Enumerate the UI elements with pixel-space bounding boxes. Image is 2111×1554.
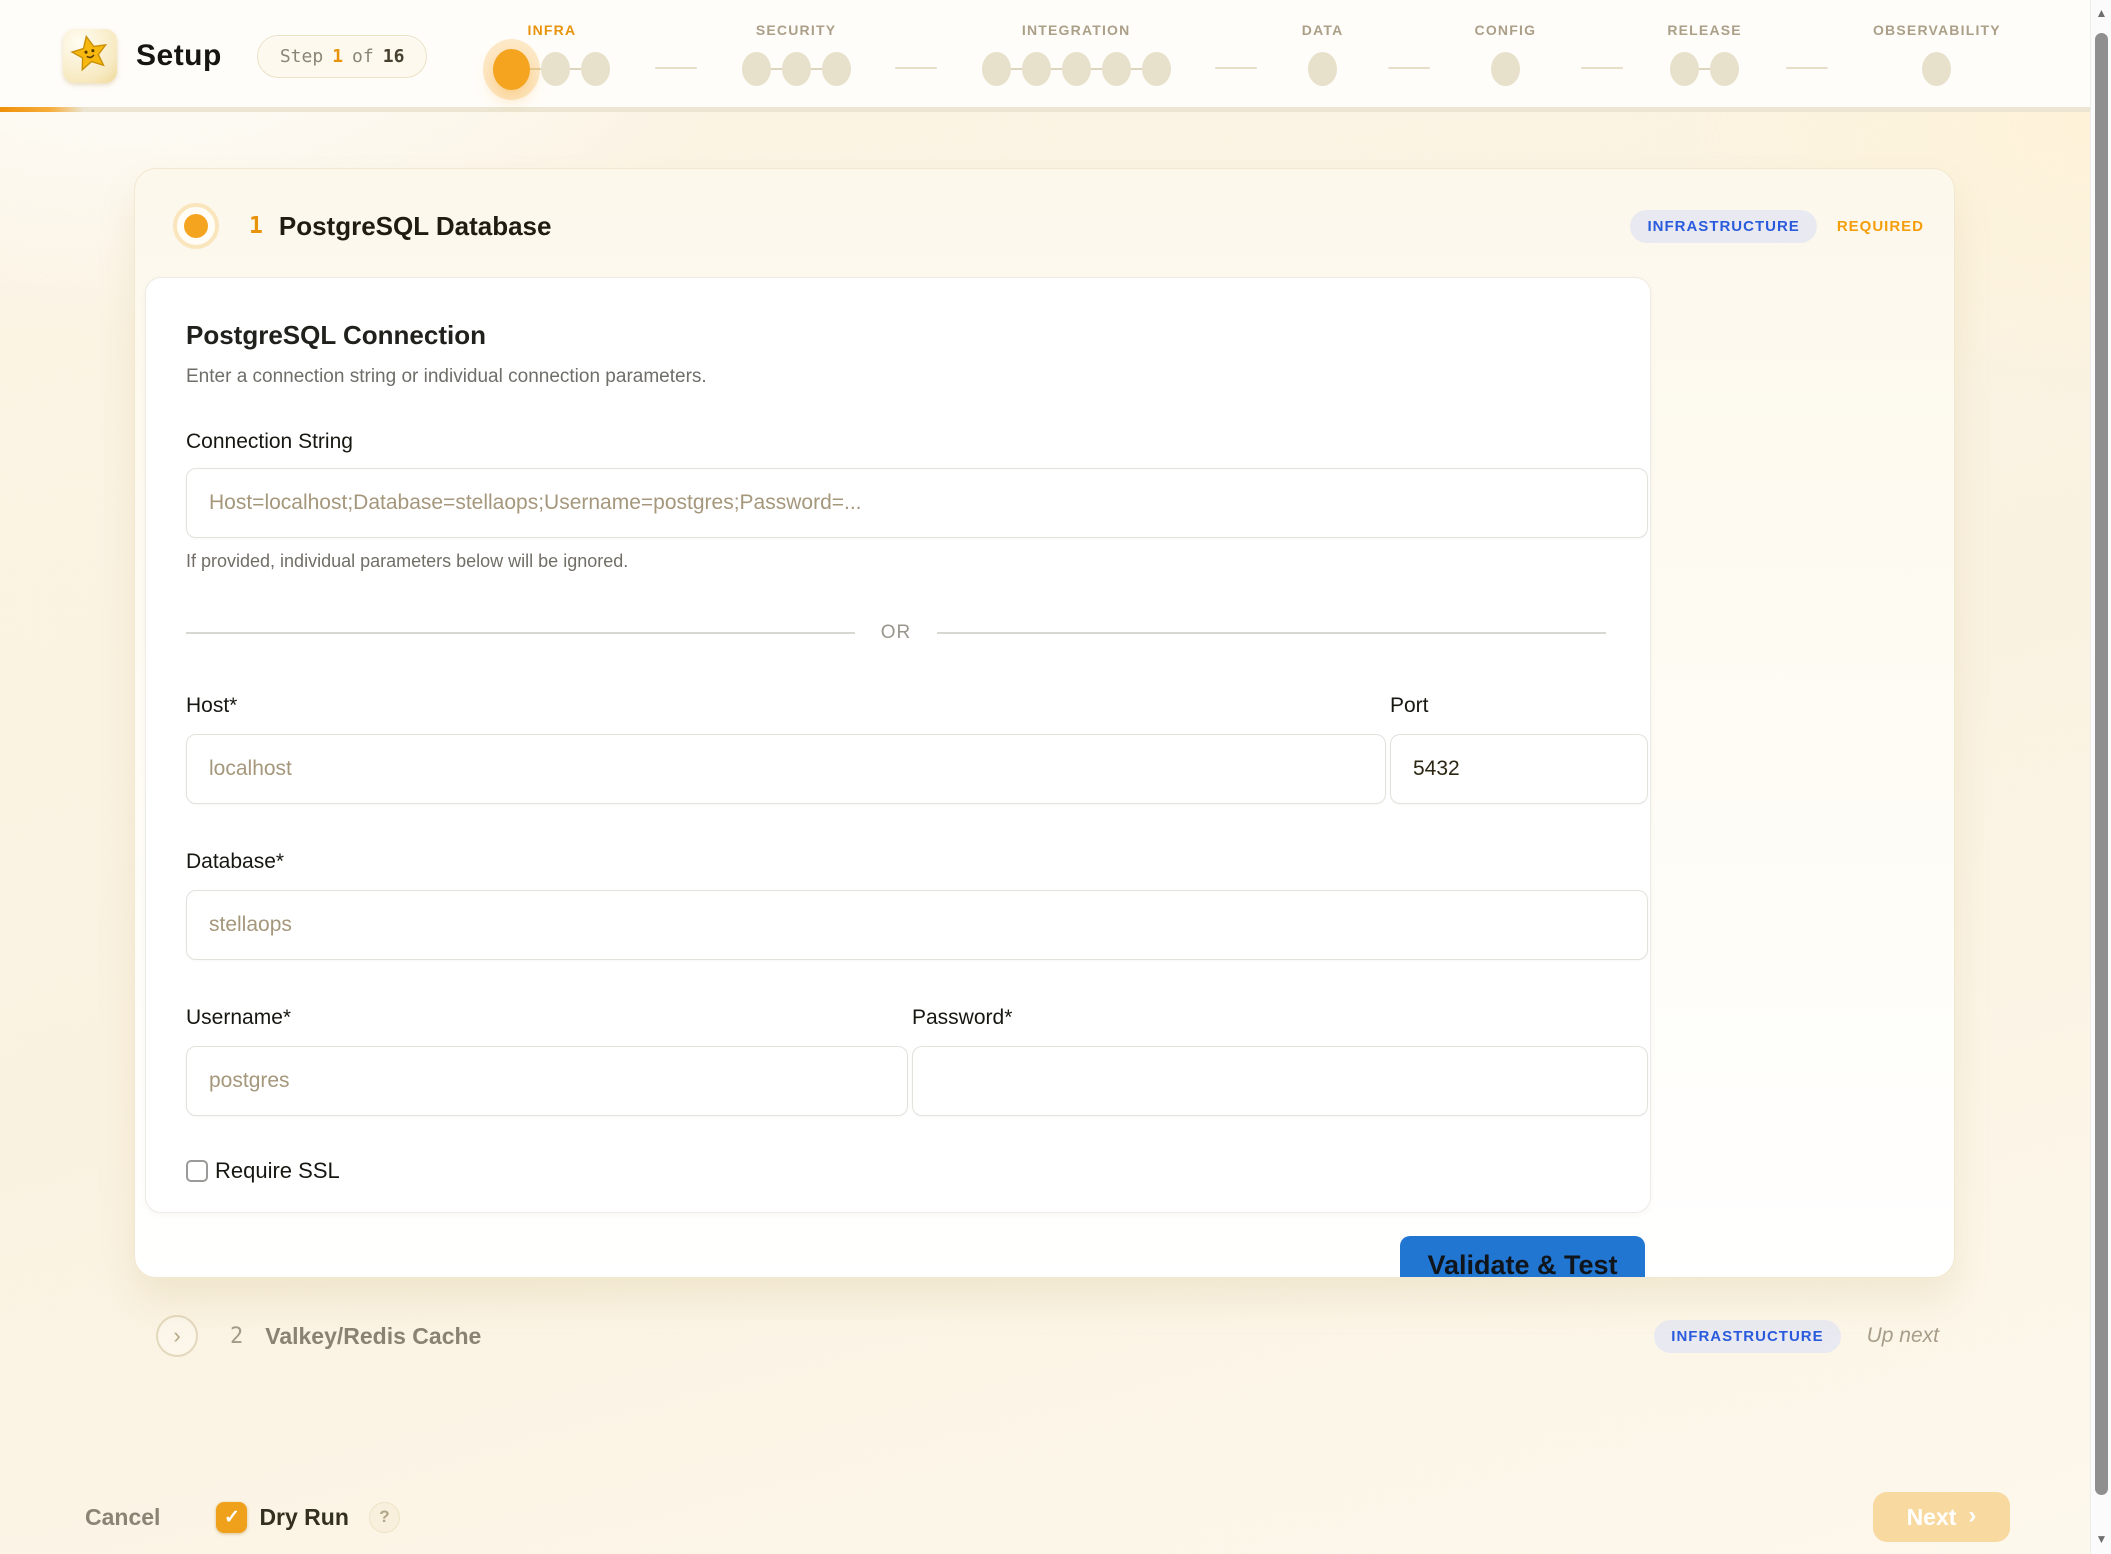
stepper-label: SECURITY xyxy=(756,22,836,38)
port-input[interactable] xyxy=(1390,734,1648,804)
step-dot xyxy=(1102,52,1131,86)
help-icon: ? xyxy=(379,1507,389,1527)
stepper-label: OBSERVABILITY xyxy=(1873,22,2001,38)
dry-run-label: Dry Run xyxy=(259,1504,348,1531)
step-title: PostgreSQL Database xyxy=(279,211,552,242)
connection-string-input[interactable] xyxy=(186,468,1648,538)
stepper-connector xyxy=(655,67,697,69)
connection-form-panel: PostgreSQL Connection Enter a connection… xyxy=(145,277,1651,1213)
setup-progress-fill xyxy=(0,107,84,112)
active-step-indicator-icon xyxy=(173,203,219,249)
stepper-group-release: RELEASE xyxy=(1667,22,1742,90)
next-step-title: Valkey/Redis Cache xyxy=(265,1323,481,1350)
stepper-connector xyxy=(1581,67,1623,69)
step-dot xyxy=(1308,52,1337,86)
connection-string-help: If provided, individual parameters below… xyxy=(186,551,1648,572)
stepper-label: CONFIG xyxy=(1475,22,1537,38)
step-current: 1 xyxy=(332,46,343,67)
stepper-group-integration: INTEGRATION xyxy=(982,22,1171,90)
or-divider: OR xyxy=(186,622,1606,644)
up-next-status: Up next xyxy=(1867,1324,1939,1348)
scroll-up-arrow-icon[interactable]: ▲ xyxy=(2091,6,2111,20)
step-dot xyxy=(1670,52,1699,86)
form-subheading: Enter a connection string or individual … xyxy=(186,366,1648,388)
step-dot xyxy=(1022,52,1051,86)
step-dot xyxy=(742,52,771,86)
card-header: 1 PostgreSQL Database INFRASTRUCTURE REQ… xyxy=(135,169,1954,249)
dry-run-checkbox[interactable]: ✓ xyxy=(216,1502,247,1533)
check-icon: ✓ xyxy=(224,1506,240,1529)
scroll-down-arrow-icon[interactable]: ▼ xyxy=(2091,1532,2111,1546)
step-dot xyxy=(541,52,570,86)
next-step-number: 2 xyxy=(230,1324,243,1349)
step-dot xyxy=(581,52,610,86)
password-input[interactable] xyxy=(912,1046,1648,1116)
host-input[interactable] xyxy=(186,734,1386,804)
brand: Setup Step 1 of 16 xyxy=(63,29,427,83)
step-dot xyxy=(1491,52,1520,86)
step-number: 1 xyxy=(249,213,263,239)
stepper-group-observability: OBSERVABILITY xyxy=(1873,22,2001,90)
form-heading: PostgreSQL Connection xyxy=(186,320,1648,351)
stepper-group-infra: INFRA xyxy=(493,22,610,90)
username-label: Username* xyxy=(186,1006,908,1030)
username-input[interactable] xyxy=(186,1046,908,1116)
next-button[interactable]: Next › xyxy=(1873,1492,2010,1542)
stepper-group-security: SECURITY xyxy=(742,22,851,90)
star-mascot-icon xyxy=(69,33,111,80)
stepper-label: INFRA xyxy=(528,22,577,38)
stepper-label: DATA xyxy=(1302,22,1344,38)
require-ssl-label: Require SSL xyxy=(215,1158,340,1184)
port-label: Port xyxy=(1390,694,1648,718)
or-label: OR xyxy=(881,622,912,644)
required-badge: REQUIRED xyxy=(1837,218,1924,235)
chevron-right-icon: › xyxy=(173,1323,180,1349)
step-dot xyxy=(1142,52,1171,86)
step-dot-active xyxy=(493,49,530,90)
expand-step-button[interactable]: › xyxy=(156,1315,198,1357)
dry-run-help-button[interactable]: ? xyxy=(369,1502,400,1533)
step-counter-badge: Step 1 of 16 xyxy=(257,35,428,78)
step-total: 16 xyxy=(383,46,405,67)
step-dot xyxy=(1710,52,1739,86)
stepper-connector xyxy=(1786,67,1828,69)
host-label: Host* xyxy=(186,694,1386,718)
category-badge: INFRASTRUCTURE xyxy=(1630,210,1816,243)
stepper-group-config: CONFIG xyxy=(1475,22,1537,90)
postgresql-step-card: 1 PostgreSQL Database INFRASTRUCTURE REQ… xyxy=(134,168,1955,1278)
stepper-label: RELEASE xyxy=(1667,22,1742,38)
connection-string-label: Connection String xyxy=(186,430,1648,454)
step-of: of xyxy=(352,46,374,67)
step-dot xyxy=(1922,52,1951,86)
database-label: Database* xyxy=(186,850,1648,874)
next-button-label: Next xyxy=(1907,1504,1957,1531)
next-category-badge: INFRASTRUCTURE xyxy=(1654,1320,1840,1353)
step-dot xyxy=(1062,52,1091,86)
scrollbar-thumb[interactable] xyxy=(2095,33,2108,1495)
step-dot xyxy=(822,52,851,86)
password-label: Password* xyxy=(912,1006,1648,1030)
stepper-connector xyxy=(1388,67,1430,69)
wizard-stepper: INFRA SECURITY INTEGRATION DATA CONFIG RELEAS… xyxy=(493,22,2001,90)
next-step-row[interactable]: › 2 Valkey/Redis Cache INFRASTRUCTURE Up… xyxy=(134,1298,1955,1374)
main-content: 1 PostgreSQL Database INFRASTRUCTURE REQ… xyxy=(0,112,2111,1374)
setup-progress-track xyxy=(0,107,2111,112)
stepper-connector xyxy=(1215,67,1257,69)
require-ssl-checkbox[interactable] xyxy=(186,1160,208,1182)
app-logo xyxy=(63,29,117,83)
step-dot xyxy=(982,52,1011,86)
scrollbar[interactable]: ▲ ▼ xyxy=(2090,0,2111,1554)
page-title: Setup xyxy=(136,39,222,73)
validate-test-button[interactable]: Validate & Test xyxy=(1400,1236,1645,1278)
stepper-connector xyxy=(895,67,937,69)
header: Setup Step 1 of 16 INFRA SECURITY INTEGRAT… xyxy=(0,0,2111,112)
next-chevron-icon: › xyxy=(1968,1502,1976,1530)
stepper-group-data: DATA xyxy=(1302,22,1344,90)
cancel-button[interactable]: Cancel xyxy=(85,1504,160,1531)
step-dot xyxy=(782,52,811,86)
database-input[interactable] xyxy=(186,890,1648,960)
step-word: Step xyxy=(280,46,323,67)
stepper-label: INTEGRATION xyxy=(1022,22,1131,38)
footer-bar: Cancel ✓ Dry Run ? Next › xyxy=(0,1486,2090,1548)
